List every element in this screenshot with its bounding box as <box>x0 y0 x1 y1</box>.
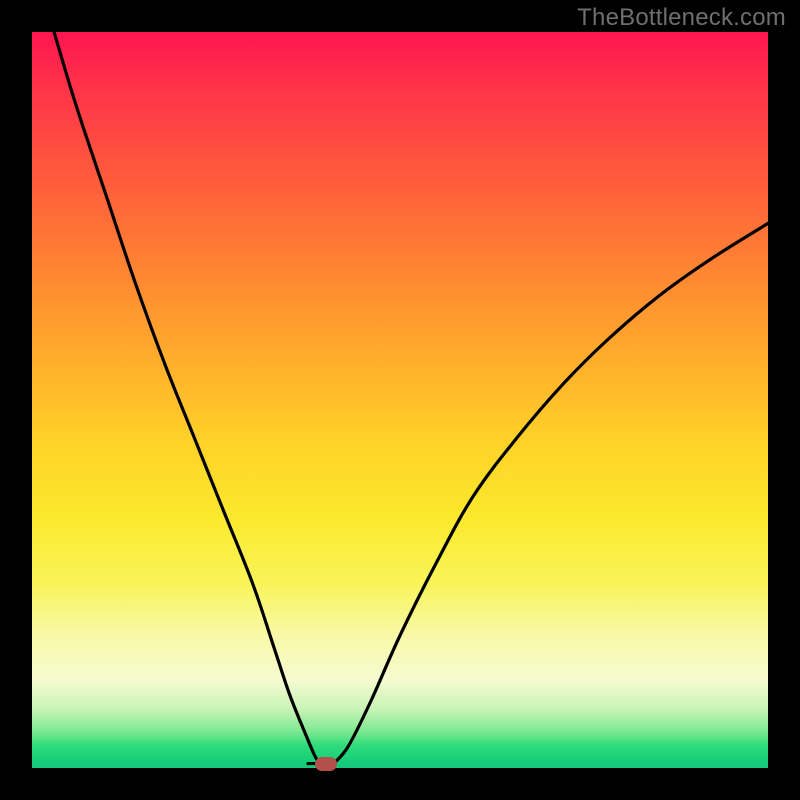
chart-frame: TheBottleneck.com <box>0 0 800 800</box>
optimal-point-marker <box>315 757 337 771</box>
bottleneck-curve <box>32 32 768 768</box>
plot-area <box>32 32 768 768</box>
curve-path <box>54 32 768 765</box>
watermark-text: TheBottleneck.com <box>577 4 786 32</box>
